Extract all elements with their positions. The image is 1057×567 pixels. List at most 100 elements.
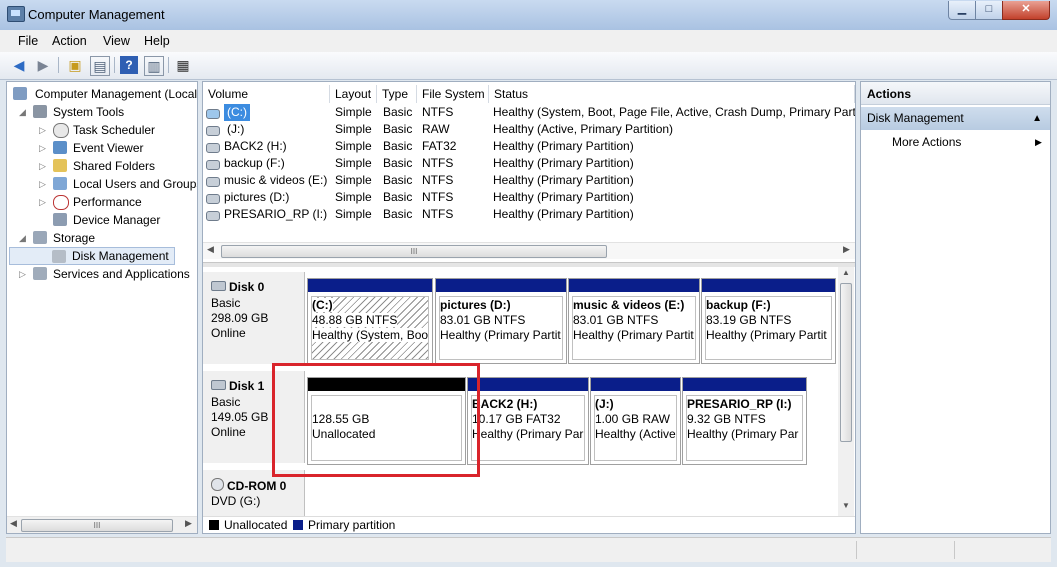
disk-0-size: 298.09 GB [211, 311, 269, 325]
collapsed-arrow-icon[interactable]: ▷ [39, 139, 46, 157]
collapsed-arrow-icon[interactable]: ▷ [39, 121, 46, 139]
expanded-arrow-icon[interactable]: ◢ [19, 229, 26, 247]
drive-icon [206, 126, 220, 136]
status-bar [6, 537, 1051, 562]
column-status[interactable]: Status [489, 85, 855, 103]
partition-bar [436, 279, 566, 292]
menu-bar: File Action View Help [0, 30, 1057, 52]
window-title: Computer Management [28, 7, 165, 22]
table-horizontal-scrollbar[interactable]: ◀ III ▶ [203, 242, 855, 259]
disk-1-type: Basic [211, 395, 241, 409]
actions-title: Actions [861, 82, 1050, 105]
disk-icon [211, 281, 226, 291]
storage-icon [33, 231, 47, 244]
show-hide-tree-icon[interactable]: ▤ [90, 56, 110, 76]
tools-icon [33, 105, 47, 118]
drive-icon [206, 109, 220, 119]
partition-d[interactable]: pictures (D:) 83.01 GB NTFS Healthy (Pri… [435, 278, 567, 364]
back-arrow-icon[interactable]: ◀ [10, 56, 28, 74]
toolbar-separator [168, 57, 169, 73]
partition-j[interactable]: (J:) 1.00 GB RAW Healthy (Active [590, 377, 681, 465]
table-row[interactable]: pictures (D:) Simple Basic NTFS Healthy … [204, 189, 854, 206]
table-row[interactable]: PRESARIO_RP (I:) Simple Basic NTFS Healt… [204, 206, 854, 223]
expanded-arrow-icon[interactable]: ◢ [19, 103, 26, 121]
scroll-thumb[interactable]: III [221, 245, 607, 258]
cdrom-0-info[interactable]: CD-ROM 0 DVD (G:) [203, 470, 305, 517]
minimize-button[interactable]: ▁ [948, 1, 976, 20]
table-row[interactable]: music & videos (E:) Simple Basic NTFS He… [204, 172, 854, 189]
computer-icon [13, 87, 27, 100]
partition-c[interactable]: (C:) 48.88 GB NTFS Healthy (System, Boo [307, 278, 433, 364]
cdrom-0-type: DVD (G:) [211, 494, 261, 508]
tree-item-disk-management[interactable]: Disk Management [9, 247, 175, 265]
collapse-arrow-icon[interactable]: ▲ [1032, 107, 1042, 130]
disk-view-vertical-scrollbar[interactable]: ▲ ▼ [838, 267, 854, 517]
submenu-arrow-icon[interactable]: ▶ [1035, 137, 1042, 148]
close-button[interactable]: ✕ [1002, 1, 1050, 20]
table-row[interactable]: backup (F:) Simple Basic NTFS Healthy (P… [204, 155, 854, 172]
clock-icon [53, 123, 69, 138]
partition-i[interactable]: PRESARIO_RP (I:) 9.32 GB NTFS Healthy (P… [682, 377, 807, 465]
actions-pane: Actions Disk Management ▲ More Actions ▶ [860, 81, 1051, 534]
partition-bar [308, 279, 432, 292]
partition-bar [569, 279, 699, 292]
computer-management-icon [7, 6, 25, 22]
drive-icon [206, 143, 220, 153]
partition-e[interactable]: music & videos (E:) 83.01 GB NTFS Health… [568, 278, 700, 364]
actions-section-disk-management[interactable]: Disk Management ▲ [861, 107, 1050, 130]
partition-bar [702, 279, 835, 292]
help-icon[interactable]: ? [120, 56, 138, 74]
legend-unallocated: Unallocated [224, 518, 288, 532]
properties-icon[interactable]: ▦ [174, 56, 192, 74]
menu-file[interactable]: File [18, 34, 38, 48]
partition-f[interactable]: backup (F:) 83.19 GB NTFS Healthy (Prima… [701, 278, 836, 364]
forward-arrow-icon[interactable]: ▶ [34, 56, 52, 74]
disk-0-status: Online [211, 326, 246, 340]
disk-icon [211, 380, 226, 390]
up-folder-icon[interactable]: ▣ [66, 56, 84, 74]
event-viewer-icon [53, 141, 67, 154]
more-actions-item[interactable]: More Actions [892, 135, 961, 149]
performance-icon [53, 195, 69, 210]
table-row[interactable]: BACK2 (H:) Simple Basic FAT32 Healthy (P… [204, 138, 854, 155]
disk-0-info[interactable]: Disk 0 Basic 298.09 GB Online [203, 272, 305, 364]
disk-0-type: Basic [211, 296, 241, 310]
shared-folder-icon [53, 159, 67, 172]
maximize-button[interactable]: □ [975, 1, 1003, 20]
menu-view[interactable]: View [103, 34, 130, 48]
table-row[interactable]: (C:) Simple Basic NTFS Healthy (System, … [204, 104, 855, 121]
column-file-system[interactable]: File System [417, 85, 489, 103]
disk-1-status: Online [211, 425, 246, 439]
menu-action[interactable]: Action [52, 34, 87, 48]
column-layout[interactable]: Layout [330, 85, 377, 103]
column-type[interactable]: Type [377, 85, 417, 103]
device-manager-icon [53, 213, 67, 226]
disk-0-name: Disk 0 [211, 280, 264, 294]
legend-primary-partition: Primary partition [308, 518, 396, 532]
scroll-thumb[interactable]: III [21, 519, 173, 532]
drive-icon [206, 211, 220, 221]
tree-horizontal-scrollbar[interactable]: ◀ III ▶ [7, 516, 197, 533]
collapsed-arrow-icon[interactable]: ▷ [39, 193, 46, 211]
collapsed-arrow-icon[interactable]: ▷ [39, 175, 46, 193]
toolbar-separator [58, 57, 59, 73]
show-hide-action-pane-icon[interactable]: ▥ [144, 56, 164, 76]
drive-icon [206, 194, 220, 204]
partition-bar [591, 378, 680, 391]
table-row[interactable]: (J:) Simple Basic RAW Healthy (Active, P… [204, 121, 854, 138]
drive-icon [206, 177, 220, 187]
menu-help[interactable]: Help [144, 34, 170, 48]
title-bar: Computer Management ▁ □ ✕ [0, 0, 1057, 31]
partition-bar [683, 378, 806, 391]
unallocated-swatch [209, 520, 219, 530]
collapsed-arrow-icon[interactable]: ▷ [39, 157, 46, 175]
partition-h[interactable]: BACK2 (H:) 10.17 GB FAT32 Healthy (Prima… [467, 377, 589, 465]
drive-icon [206, 160, 220, 170]
scroll-thumb[interactable] [840, 283, 852, 442]
services-icon [33, 267, 47, 280]
toolbar-separator [114, 57, 115, 73]
column-volume[interactable]: Volume [203, 85, 330, 103]
cdrom-0-name: CD-ROM 0 [211, 478, 286, 493]
disk-1-size: 149.05 GB [211, 410, 269, 424]
collapsed-arrow-icon[interactable]: ▷ [19, 265, 26, 283]
